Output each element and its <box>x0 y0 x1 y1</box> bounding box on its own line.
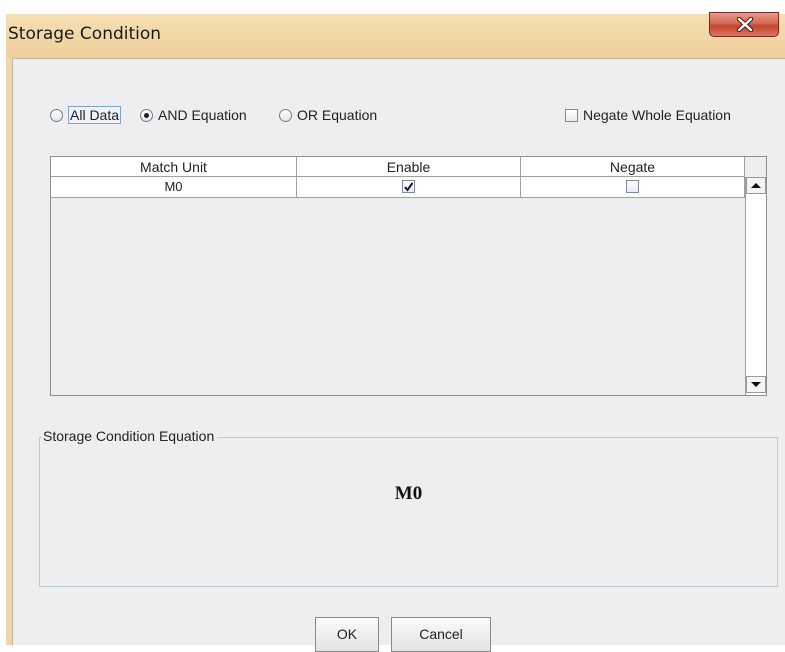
match-unit-table: Match Unit Enable Negate M0 <box>50 156 767 396</box>
arrow-down-icon <box>751 382 761 387</box>
negate-whole-equation-checkbox[interactable]: Negate Whole Equation <box>565 105 731 125</box>
table-row[interactable]: M0 <box>51 177 745 198</box>
column-header-enable[interactable]: Enable <box>297 157 521 176</box>
column-header-negate[interactable]: Negate <box>521 157 745 176</box>
storage-condition-equation-group: Storage Condition Equation M0 <box>39 428 778 587</box>
radio-and-equation-label: AND Equation <box>158 107 247 123</box>
negate-checkbox[interactable] <box>625 180 639 193</box>
radio-or-equation-label: OR Equation <box>297 107 378 123</box>
radio-and-equation[interactable]: AND Equation <box>140 105 247 125</box>
match-unit-cell[interactable]: M0 <box>51 177 297 197</box>
group-legend: Storage Condition Equation <box>42 428 218 444</box>
negate-cell[interactable] <box>521 177 745 197</box>
radio-all-data-label: All Data <box>68 106 122 124</box>
table-header: Match Unit Enable Negate <box>51 157 745 177</box>
radio-and-equation-circle[interactable] <box>140 108 153 122</box>
negate-whole-equation-box[interactable] <box>565 108 578 122</box>
radio-or-equation-circle[interactable] <box>279 108 292 122</box>
equation-value: M0 <box>394 483 423 504</box>
column-header-match-unit[interactable]: Match Unit <box>51 157 297 176</box>
scroll-up-button[interactable] <box>746 177 766 194</box>
vertical-scrollbar[interactable] <box>745 177 766 395</box>
dialog-window: Storage Condition All Data AND Equation … <box>6 12 785 652</box>
ok-button[interactable]: OK <box>315 617 379 652</box>
dialog-content: All Data AND Equation OR Equation Negate… <box>12 58 785 652</box>
close-button[interactable] <box>709 12 779 37</box>
scroll-down-button[interactable] <box>746 376 766 393</box>
cancel-button[interactable]: Cancel <box>391 617 491 652</box>
title-bar[interactable]: Storage Condition <box>6 12 785 58</box>
negate-whole-equation-label: Negate Whole Equation <box>583 107 731 123</box>
window-title: Storage Condition <box>8 24 162 44</box>
checkmark-icon <box>403 182 413 192</box>
enable-checkbox[interactable] <box>401 180 415 193</box>
arrow-up-icon <box>751 183 761 188</box>
radio-all-data-circle[interactable] <box>50 108 63 122</box>
enable-cell[interactable] <box>297 177 521 197</box>
radio-or-equation[interactable]: OR Equation <box>279 105 377 125</box>
close-icon <box>736 17 754 32</box>
radio-all-data[interactable]: All Data <box>50 105 122 125</box>
